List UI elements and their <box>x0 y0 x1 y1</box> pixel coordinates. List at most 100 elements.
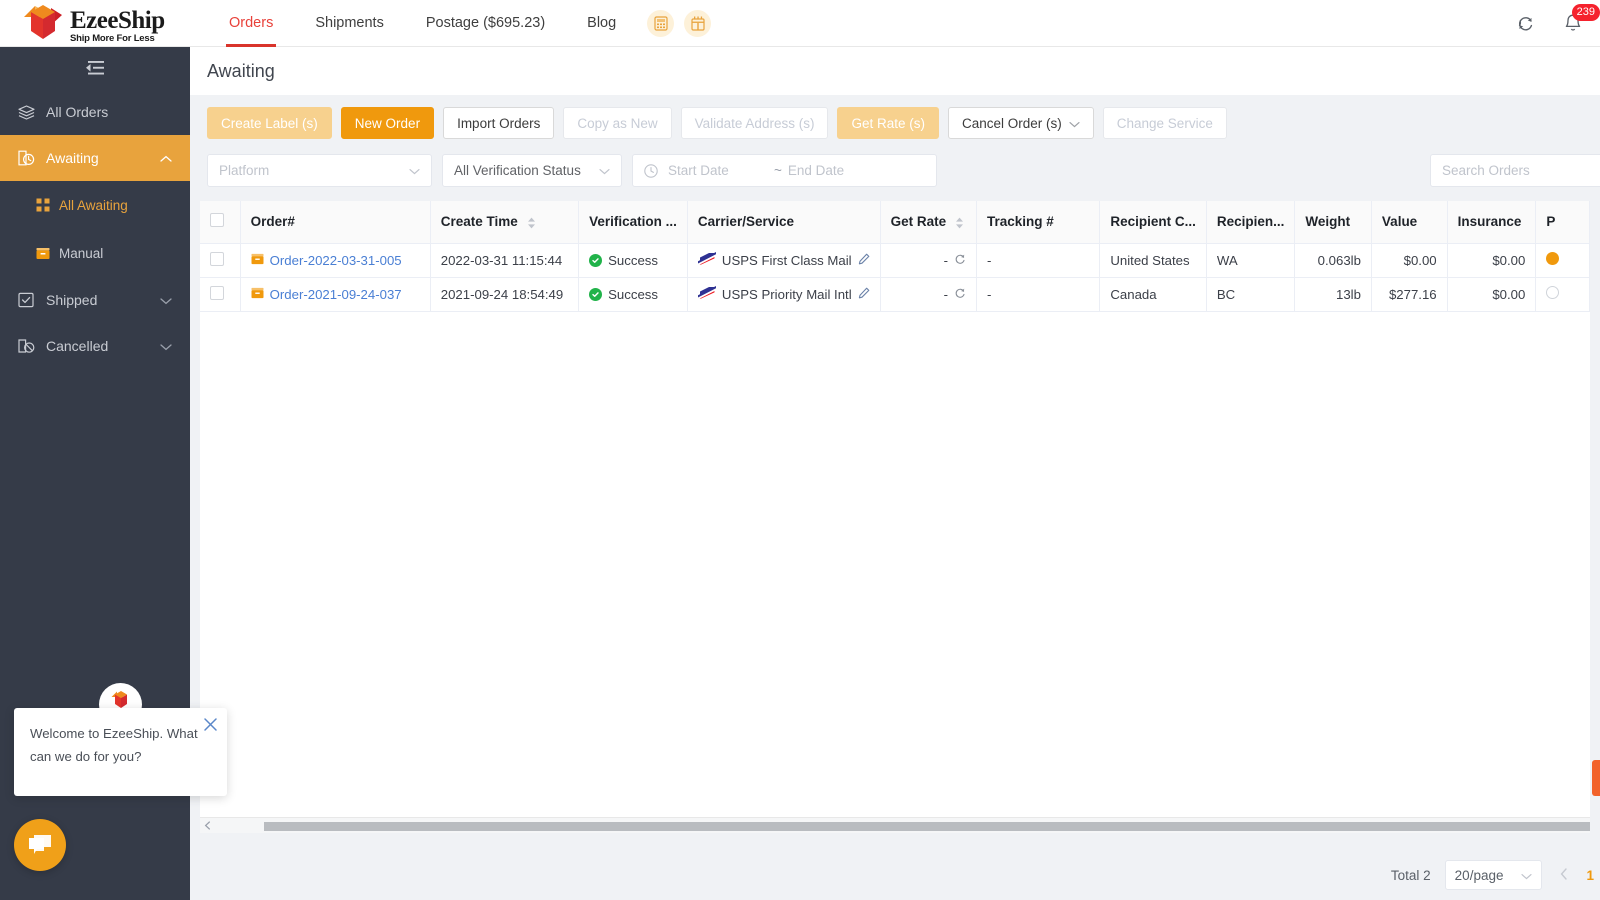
column-header-recipient-state[interactable]: Recipien... <box>1206 201 1296 244</box>
edge-feedback-tab[interactable] <box>1592 760 1600 796</box>
scrollbar-thumb[interactable] <box>264 822 1590 831</box>
verification-cell: Success <box>578 243 688 278</box>
sidebar-item-awaiting[interactable]: Awaiting <box>0 135 190 181</box>
calendar-gift-icon-button[interactable] <box>684 9 712 37</box>
end-date-input[interactable]: End Date <box>788 163 844 178</box>
scroll-left-arrow-icon[interactable] <box>200 821 214 830</box>
column-header-get-rate[interactable]: Get Rate <box>880 201 977 244</box>
sidebar-item-shipped[interactable]: Shipped <box>0 277 190 323</box>
create-label-button[interactable]: Create Label (s) <box>207 107 332 139</box>
column-header-carrier-service[interactable]: Carrier/Service <box>687 201 881 244</box>
column-header-value-label: Value <box>1381 214 1418 230</box>
column-header-carrier-service-label: Carrier/Service <box>697 214 794 230</box>
verification-status-label: Success <box>608 286 658 302</box>
refresh-small-icon[interactable] <box>954 287 966 302</box>
table-row[interactable]: Order-2022-03-31-005 2022-03-31 11:15:44… <box>200 243 1590 278</box>
cancel-order-dropdown-button[interactable]: Cancel Order (s) <box>947 107 1094 139</box>
order-number-cell: Order-2021-09-24-037 <box>240 277 431 312</box>
pencil-icon[interactable] <box>858 253 870 268</box>
platform-filter-select[interactable]: Platform <box>207 154 432 187</box>
chevron-down-icon <box>599 163 610 178</box>
column-header-value[interactable]: Value <box>1371 201 1448 244</box>
pagination-prev-button[interactable] <box>1556 867 1572 883</box>
column-header-weight[interactable]: Weight <box>1294 201 1372 244</box>
calculator-icon-button[interactable] <box>647 9 675 37</box>
page-size-select[interactable]: 20/page <box>1444 860 1543 890</box>
sidebar-item-all-orders[interactable]: All Orders <box>0 89 190 135</box>
search-orders-input[interactable]: Search Orders <box>1430 154 1600 187</box>
refresh-button[interactable] <box>1508 7 1542 41</box>
store-icon <box>251 253 264 268</box>
row-checkbox[interactable] <box>210 285 224 300</box>
close-icon[interactable] <box>203 716 218 739</box>
calculator-icon <box>654 15 668 31</box>
date-range-filter[interactable]: Start Date ~ End Date <box>632 154 937 187</box>
verification-status-label: Success <box>608 252 658 268</box>
order-number-link[interactable]: Order-2021-09-24-037 <box>270 287 402 302</box>
sidebar-item-cancelled[interactable]: Cancelled <box>0 323 190 369</box>
column-header-create-time[interactable]: Create Time <box>430 201 580 244</box>
verification-cell: Success <box>578 277 688 312</box>
weight-cell: 13lb <box>1294 277 1372 312</box>
ezeeship-logo-icon <box>24 5 62 39</box>
brand-name: EzeeShip <box>70 6 165 34</box>
sort-icon[interactable] <box>527 217 536 229</box>
nav-item-blog-label: Blog <box>587 15 617 31</box>
usps-eagle-icon <box>697 252 716 268</box>
brand-logo[interactable]: EzeeShip Ship More For Less <box>0 3 190 43</box>
column-header-partial-label: P <box>1546 214 1556 230</box>
refresh-small-icon[interactable] <box>954 253 966 268</box>
column-header-recipient-country[interactable]: Recipient C... <box>1099 201 1207 244</box>
clock-icon <box>644 163 658 178</box>
notifications-button[interactable]: 239 <box>1556 3 1600 41</box>
sidebar-collapse-button[interactable] <box>0 47 190 89</box>
column-header-verification-label: Verification ... <box>589 214 677 230</box>
sidebar-item-all-awaiting-label: All Awaiting <box>59 197 128 213</box>
table-row[interactable]: Order-2021-09-24-037 2021-09-24 18:54:49… <box>200 277 1590 312</box>
sidebar-item-manual[interactable]: Manual <box>0 229 190 277</box>
sort-icon[interactable] <box>955 217 964 229</box>
change-service-button: Change Service <box>1102 107 1227 139</box>
nav-item-postage[interactable]: Postage ($695.23) <box>405 0 566 47</box>
validate-address-button: Validate Address (s) <box>680 107 829 139</box>
pagination-page-1[interactable]: 1 <box>1586 868 1594 883</box>
column-header-tracking[interactable]: Tracking # <box>976 201 1101 244</box>
select-all-checkbox[interactable] <box>210 213 224 228</box>
column-header-partial[interactable]: P <box>1535 201 1590 244</box>
sidebar-item-all-awaiting[interactable]: All Awaiting <box>0 181 190 229</box>
new-order-button[interactable]: New Order <box>340 107 435 139</box>
pencil-icon[interactable] <box>858 287 870 302</box>
top-navigation-bar: EzeeShip Ship More For Less Orders Shipm… <box>0 0 1600 47</box>
get-rate-cell: - <box>880 277 977 312</box>
column-header-verification[interactable]: Verification ... <box>578 201 688 244</box>
start-date-input[interactable]: Start Date <box>668 163 768 178</box>
layers-icon <box>18 104 40 120</box>
change-service-button-label: Change Service <box>1116 115 1213 131</box>
verification-status-filter-select[interactable]: All Verification Status <box>442 154 622 187</box>
nav-item-orders[interactable]: Orders <box>208 0 294 47</box>
tracking-cell: - <box>976 243 1101 278</box>
chat-bubble-icon <box>29 835 51 854</box>
nav-item-shipments[interactable]: Shipments <box>294 0 405 47</box>
column-header-insurance[interactable]: Insurance <box>1447 201 1537 244</box>
calendar-gift-icon <box>691 16 705 31</box>
get-rate-button[interactable]: Get Rate (s) <box>837 107 939 139</box>
nav-item-blog[interactable]: Blog <box>566 0 637 47</box>
chat-launcher-button[interactable] <box>14 819 66 871</box>
import-orders-button[interactable]: Import Orders <box>443 107 555 139</box>
recipient-state-cell: WA <box>1206 243 1296 278</box>
action-toolbar: Create Label (s) New Order Import Orders… <box>190 95 1600 139</box>
status-dot-icon <box>1546 252 1560 265</box>
clock-box-icon <box>18 150 40 166</box>
sidebar-item-shipped-label: Shipped <box>46 292 98 308</box>
table-horizontal-scrollbar[interactable] <box>200 817 1590 833</box>
order-number-link[interactable]: Order-2022-03-31-005 <box>270 253 402 268</box>
sidebar-item-cancelled-label: Cancelled <box>46 338 109 354</box>
column-header-order[interactable]: Order# <box>240 201 431 244</box>
store-icon <box>251 287 264 302</box>
row-checkbox[interactable] <box>210 251 224 266</box>
filter-bar: Platform All Verification Status Start D… <box>190 139 1600 187</box>
value-cell: $0.00 <box>1371 243 1448 278</box>
success-check-icon <box>589 287 603 301</box>
weight-cell: 0.063lb <box>1294 243 1372 278</box>
